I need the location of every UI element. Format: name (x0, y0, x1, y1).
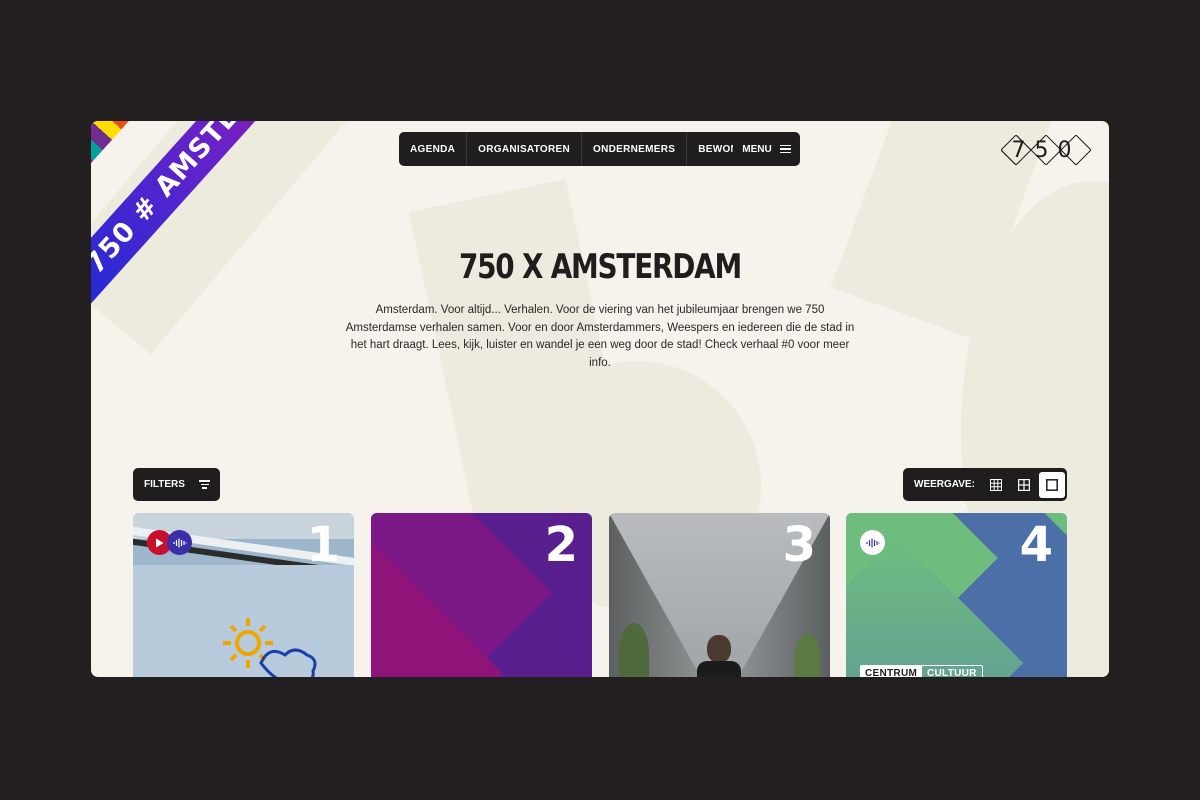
browser-window: # 750 # AMSTERDAM # AGENDA ORGANISATOREN… (91, 121, 1109, 677)
story-card-3[interactable]: 3 (609, 513, 830, 677)
intro-text: Amsterdam. Voor altijd... Verhalen. Voor… (345, 304, 855, 369)
story-card-4[interactable]: 4 CENTRUM CULTUUR (846, 513, 1067, 677)
menu-button[interactable]: MENU (733, 132, 800, 166)
view-medium-grid-button[interactable] (1011, 472, 1037, 498)
card-number: 4 (1019, 517, 1053, 573)
card-image-person-head (707, 635, 731, 663)
menu-label: MENU (742, 143, 772, 155)
nav-item-ondernemers[interactable]: ONDERNEMERS (582, 132, 688, 166)
view-large-grid-button[interactable] (1038, 471, 1065, 498)
nav-item-agenda[interactable]: AGENDA (399, 132, 468, 166)
audio-icon (167, 530, 192, 555)
filters-button[interactable]: FILTERS (133, 468, 220, 501)
view-switcher: WEERGAVE: (903, 468, 1067, 501)
main-nav: AGENDA ORGANISATOREN ONDERNEMERS BEWONER… (399, 132, 771, 166)
card-image-person-body (697, 661, 741, 677)
filter-icon (199, 478, 210, 490)
story-card-2[interactable]: 2 (371, 513, 592, 677)
hamburger-icon (779, 143, 791, 156)
card-number: 1 (306, 517, 340, 573)
card-number: 3 (782, 517, 816, 573)
ribbon-text: # 750 # AMSTERDAM # (91, 121, 351, 321)
tag-cultuur[interactable]: CULTUUR (921, 665, 983, 677)
nav-item-organisatoren[interactable]: ORGANISATOREN (467, 132, 583, 166)
card-image-tree (795, 633, 820, 677)
single-square-icon (1045, 478, 1058, 491)
logo-750[interactable]: 750 (1001, 135, 1091, 165)
grid-3x3-icon (989, 478, 1002, 491)
card-image-tree (619, 623, 649, 677)
tag-centrum[interactable]: CENTRUM (860, 665, 923, 677)
view-small-grid-button[interactable] (983, 472, 1009, 498)
page-title: 750 X AMSTERDAM (458, 247, 742, 287)
grid-2x2-icon (1017, 478, 1030, 491)
logo-text: 750 (1012, 138, 1081, 163)
card-number: 2 (544, 517, 578, 573)
filters-label: FILTERS (144, 479, 185, 490)
story-card-1[interactable]: 1 (133, 513, 354, 677)
audio-icon (860, 530, 885, 555)
sun-graffiti-image (223, 618, 317, 677)
view-label: WEERGAVE: (914, 479, 975, 490)
